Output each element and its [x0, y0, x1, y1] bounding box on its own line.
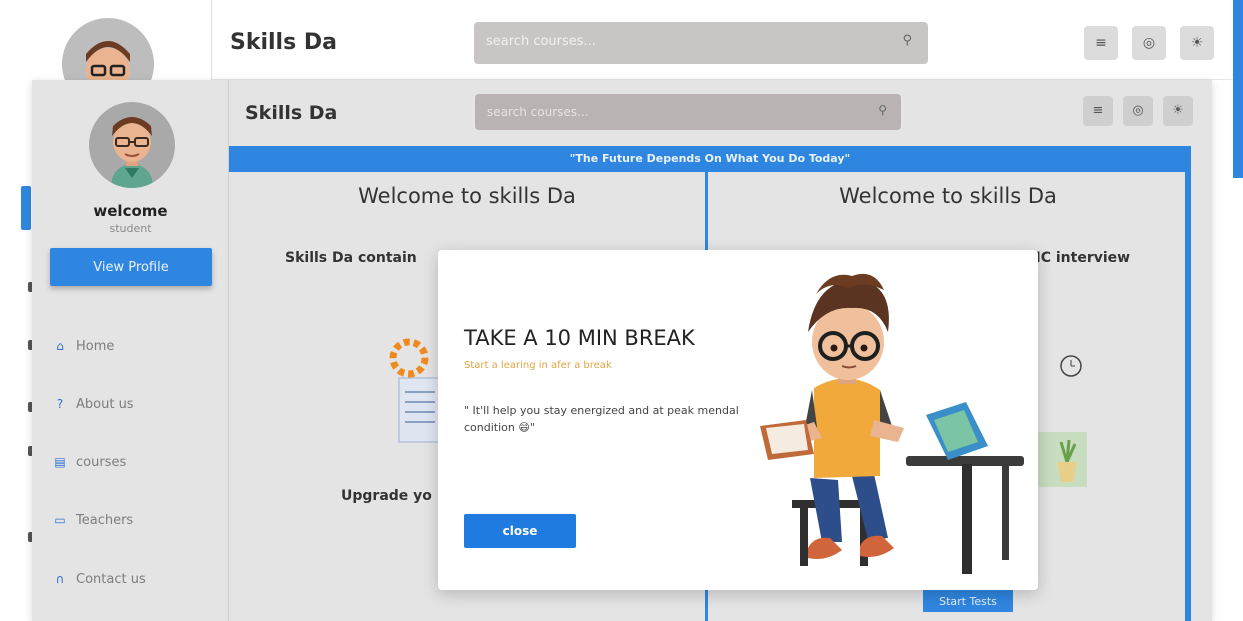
menu-icon[interactable]: ≡ [1083, 96, 1113, 126]
app-window: welcome student View Profile ⌂ Home ? Ab… [32, 80, 1212, 621]
background-search-input[interactable]: search courses... ⚲ [474, 22, 928, 64]
question-icon: ? [56, 397, 64, 411]
search-input[interactable] [475, 94, 855, 130]
monitor-icon: ▭ [54, 513, 66, 527]
card-description: Skills Da contain [285, 250, 417, 266]
sun-icon[interactable]: ☀ [1180, 26, 1214, 60]
user-role: student [109, 222, 152, 235]
sidebar-item-about[interactable]: ? About us [54, 393, 134, 415]
courses-icon: ▤ [54, 455, 66, 469]
app-title: Skills Da [245, 102, 338, 124]
modal-subtitle: Start a learing in afer a break [464, 360, 612, 371]
sidebar: welcome student View Profile ⌂ Home ? Ab… [32, 80, 229, 621]
settings-icon[interactable]: ◎ [1132, 26, 1166, 60]
quote-banner: "The Future Depends On What You Do Today… [229, 146, 1191, 172]
card-title: Welcome to skills Da [839, 184, 1057, 208]
view-profile-button[interactable]: View Profile [50, 248, 212, 286]
avatar [89, 102, 175, 188]
close-button[interactable]: close [464, 514, 576, 548]
search-icon[interactable]: ⚲ [878, 103, 887, 117]
sidebar-item-label: Contact us [76, 571, 146, 587]
sidebar-item-label: About us [76, 396, 134, 412]
modal-title: TAKE A 10 MIN BREAK [464, 326, 695, 350]
background-scroll-accent [1233, 0, 1243, 178]
sidebar-item-label: courses [76, 454, 127, 470]
reading-boy-illustration [760, 273, 1024, 574]
background-search-placeholder: search courses... [486, 34, 596, 49]
background-app-title: Skills Da [230, 30, 337, 55]
sidebar-item-courses[interactable]: ▤ courses [54, 451, 126, 473]
card-description: NC interview [1029, 250, 1131, 266]
card-footer-text: Upgrade yo [341, 488, 432, 504]
sidebar-item-teachers[interactable]: ▭ Teachers [54, 509, 133, 531]
header: Skills Da ⚲ ≡ ◎ ☀ [229, 80, 1212, 146]
headset-icon: ∩ [55, 572, 65, 586]
settings-icon[interactable]: ◎ [1123, 96, 1153, 126]
start-tests-button[interactable]: Start Tests [923, 590, 1013, 612]
sidebar-item-label: Teachers [76, 512, 134, 528]
search-icon[interactable]: ⚲ [902, 33, 912, 48]
sidebar-item-label: Home [76, 338, 115, 354]
gear-document-illustration [389, 338, 442, 443]
sidebar-item-contact[interactable]: ∩ Contact us [54, 568, 146, 590]
search-bar: ⚲ [475, 94, 901, 130]
background-active-marker [21, 186, 31, 230]
sidebar-item-home[interactable]: ⌂ Home [54, 335, 114, 357]
menu-icon[interactable]: ≡ [1084, 26, 1118, 60]
modal-quote: " It'll help you stay energized and at p… [464, 404, 739, 434]
sun-icon[interactable]: ☀ [1163, 96, 1193, 126]
welcome-text: welcome [93, 202, 168, 220]
home-icon: ⌂ [56, 339, 64, 353]
break-modal: TAKE A 10 MIN BREAK Start a learing in a… [438, 250, 1038, 590]
clock-plant-illustration [1037, 355, 1087, 487]
card-title: Welcome to skills Da [358, 184, 576, 208]
